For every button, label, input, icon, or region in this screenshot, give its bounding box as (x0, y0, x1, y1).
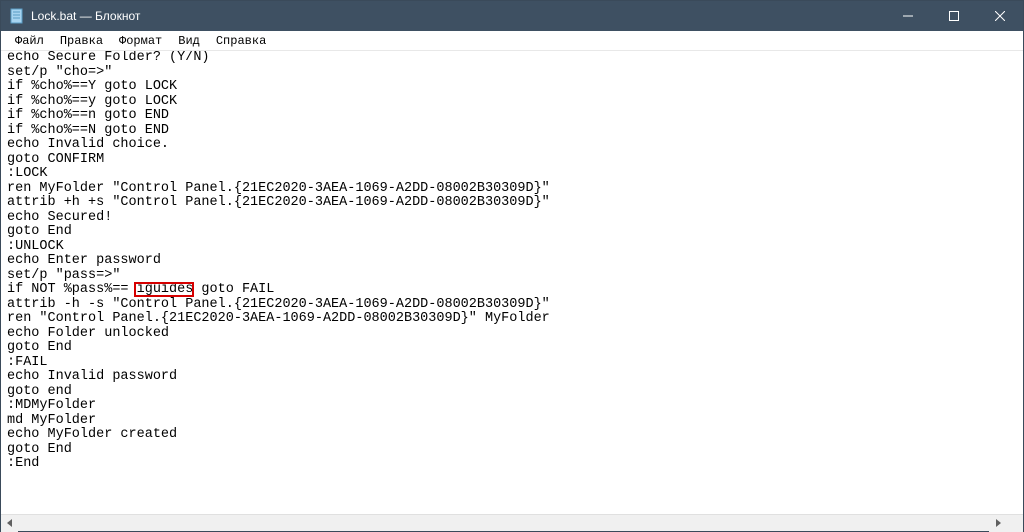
window-controls (885, 1, 1023, 31)
menu-view[interactable]: Вид (170, 33, 208, 49)
text-line: echo Folder unlocked (7, 327, 1017, 342)
text-line: :LOCK (7, 167, 1017, 182)
horizontal-scrollbar[interactable] (1, 514, 1023, 531)
text-line: :UNLOCK (7, 240, 1017, 255)
text-line: ren "Control Panel.{21EC2020-3AEA-1069-A… (7, 312, 1017, 327)
text-line: echo Secured! (7, 211, 1017, 226)
text-line: set/p "cho=>" (7, 66, 1017, 81)
titlebar[interactable]: Lock.bat — Блокнот (1, 1, 1023, 31)
menu-help[interactable]: Справка (208, 33, 274, 49)
text-line: set/p "pass=>" (7, 269, 1017, 284)
text-line: goto end (7, 385, 1017, 400)
text-line: echo Enter password (7, 254, 1017, 269)
notepad-window: Lock.bat — Блокнот Файл Правка Формат Ви… (0, 0, 1024, 532)
text-line: if %cho%==y goto LOCK (7, 95, 1017, 110)
text-line: echo Invalid choice. (7, 138, 1017, 153)
text-editor[interactable]: echo Secure Folder? (Y/N)set/p "cho=>"if… (1, 51, 1023, 514)
text-line: echo MyFolder created (7, 428, 1017, 443)
text-line: ren MyFolder "Control Panel.{21EC2020-3A… (7, 182, 1017, 197)
text-line: goto End (7, 341, 1017, 356)
menu-file[interactable]: Файл (7, 33, 52, 49)
menu-format[interactable]: Формат (111, 33, 170, 49)
text-line: attrib +h +s "Control Panel.{21EC2020-3A… (7, 196, 1017, 211)
text-line: :FAIL (7, 356, 1017, 371)
text-line: echo Secure Folder? (Y/N) (7, 51, 1017, 66)
text-line: echo Invalid password (7, 370, 1017, 385)
text-line: if %cho%==N goto END (7, 124, 1017, 139)
content-area: echo Secure Folder? (Y/N)set/p "cho=>"if… (1, 51, 1023, 514)
scroll-left-button[interactable] (1, 515, 18, 532)
text-line: goto CONFIRM (7, 153, 1017, 168)
close-button[interactable] (977, 1, 1023, 31)
text-line: attrib -h -s "Control Panel.{21EC2020-3A… (7, 298, 1017, 313)
text-line: :End (7, 457, 1017, 472)
text-line: if %cho%==Y goto LOCK (7, 80, 1017, 95)
menubar: Файл Правка Формат Вид Справка (1, 31, 1023, 51)
app-icon (9, 8, 25, 24)
scrollbar-corner (1006, 515, 1023, 532)
window-title: Lock.bat — Блокнот (31, 9, 885, 23)
text-line: goto End (7, 225, 1017, 240)
text-line: goto End (7, 443, 1017, 458)
text-line: :MDMyFolder (7, 399, 1017, 414)
maximize-button[interactable] (931, 1, 977, 31)
scroll-right-button[interactable] (989, 515, 1006, 532)
text-line: md MyFolder (7, 414, 1017, 429)
menu-edit[interactable]: Правка (52, 33, 111, 49)
scroll-track[interactable] (18, 515, 989, 531)
minimize-button[interactable] (885, 1, 931, 31)
text-line: if %cho%==n goto END (7, 109, 1017, 124)
text-line: if NOT %pass%== iguides goto FAIL (7, 283, 1017, 298)
